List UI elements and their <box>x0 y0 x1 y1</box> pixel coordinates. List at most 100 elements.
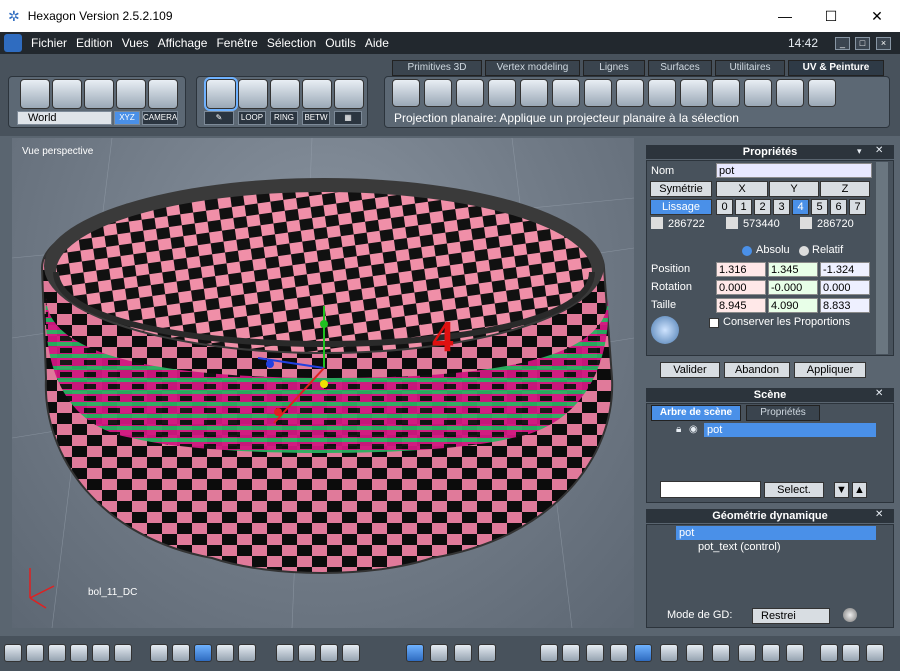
menu-vues[interactable]: Vues <box>122 36 149 50</box>
sphere-map-icon[interactable] <box>392 79 420 107</box>
properties-close-icon[interactable]: ✕ <box>875 145 883 156</box>
axis-z-button[interactable]: Z <box>820 181 870 197</box>
close-button[interactable]: ✕ <box>854 0 900 32</box>
edge-mode-icon[interactable] <box>270 79 300 109</box>
3d-viewport[interactable]: 4 Vue perspective bol_11_DC <box>12 138 634 628</box>
object-mode-icon[interactable] <box>204 77 238 111</box>
bottom-tool-31-icon[interactable] <box>820 644 838 662</box>
cylinder-map-icon[interactable] <box>424 79 452 107</box>
bottom-tool-8-icon[interactable] <box>172 644 190 662</box>
lock-icon[interactable]: 🔒︎ <box>676 424 681 435</box>
bottom-tool-33-icon[interactable] <box>866 644 884 662</box>
validate-button[interactable]: Valider <box>660 362 720 378</box>
bottom-tool-13-icon[interactable] <box>298 644 316 662</box>
world-select[interactable]: World <box>17 111 112 125</box>
axis-y-button[interactable]: Y <box>769 181 819 197</box>
tab-lignes[interactable]: Lignes <box>583 60 645 76</box>
bottom-tool-32-icon[interactable] <box>842 644 860 662</box>
cancel-button[interactable]: Abandon <box>724 362 790 378</box>
smoothing-level-5[interactable]: 5 <box>811 199 828 215</box>
bottom-tool-11-icon[interactable] <box>238 644 256 662</box>
tab-scene-tree[interactable]: Arbre de scène <box>651 405 741 421</box>
tab-primitives-3d[interactable]: Primitives 3D <box>392 60 482 76</box>
bottom-tool-5-icon[interactable] <box>92 644 110 662</box>
select-button[interactable]: Select. <box>764 482 824 498</box>
gd-mode-select[interactable]: Restrei <box>752 608 830 624</box>
xyz-button[interactable]: XYZ <box>114 111 140 125</box>
bottom-tool-18-icon[interactable] <box>454 644 472 662</box>
properties-scrollbar[interactable] <box>876 162 888 354</box>
face-map-icon[interactable] <box>552 79 580 107</box>
name-field[interactable]: pot <box>716 163 872 178</box>
unfold-icon[interactable] <box>584 79 612 107</box>
bottom-tool-3-icon[interactable] <box>48 644 66 662</box>
app-menu-icon[interactable] <box>4 34 22 52</box>
menu-edition[interactable]: Edition <box>76 36 113 50</box>
scene-item[interactable]: pot <box>704 423 876 437</box>
smoothing-level-4[interactable]: 4 <box>792 199 809 215</box>
menu-aide[interactable]: Aide <box>365 36 389 50</box>
mdi-close-button[interactable]: × <box>876 37 891 50</box>
bottom-tool-14-icon[interactable] <box>320 644 338 662</box>
menu-fichier[interactable]: Fichier <box>31 36 67 50</box>
bottom-tool-24-icon[interactable] <box>634 644 652 662</box>
loop-button[interactable]: LOOP <box>238 111 266 125</box>
smoothing-level-6[interactable]: 6 <box>830 199 847 215</box>
tab-uv-peinture[interactable]: UV & Peinture <box>788 60 884 76</box>
pin-icon[interactable] <box>712 79 740 107</box>
bottom-tool-22-icon[interactable] <box>586 644 604 662</box>
menu-selection[interactable]: Sélection <box>267 36 316 50</box>
value-z-field[interactable]: -1.324 <box>820 262 870 277</box>
scene-close-icon[interactable]: ✕ <box>875 388 883 399</box>
bottom-tool-9-icon[interactable] <box>194 644 212 662</box>
value-z-field[interactable]: 8.833 <box>820 298 870 313</box>
paint-select-icon[interactable] <box>84 79 114 109</box>
bottom-tool-27-icon[interactable] <box>712 644 730 662</box>
uv-mode-icon[interactable] <box>334 79 364 109</box>
menu-fenetre[interactable]: Fenêtre <box>216 36 257 50</box>
bottom-tool-12-icon[interactable] <box>276 644 294 662</box>
bottom-tool-16-icon[interactable] <box>406 644 424 662</box>
dyn-geo-child[interactable]: pot_text (control) <box>698 541 781 553</box>
bottom-tool-17-icon[interactable] <box>430 644 448 662</box>
dyn-geo-close-icon[interactable]: ✕ <box>875 509 883 520</box>
smoothing-button[interactable]: Lissage <box>650 199 712 215</box>
bottom-tool-25-icon[interactable] <box>660 644 678 662</box>
keep-proportions-checkbox[interactable] <box>709 318 719 328</box>
between-button[interactable]: BETW <box>302 111 330 125</box>
mdi-minimize-button[interactable]: _ <box>835 37 850 50</box>
globe-icon[interactable] <box>651 316 679 344</box>
cut-icon[interactable] <box>616 79 644 107</box>
tab-scene-properties[interactable]: Propriétés <box>746 405 820 421</box>
maximize-button[interactable]: ☐ <box>808 0 854 32</box>
lasso-select-icon[interactable] <box>52 79 82 109</box>
arrow-select-icon[interactable] <box>20 79 50 109</box>
face-mode-icon[interactable] <box>238 79 268 109</box>
grid-select-icon[interactable]: ▦ <box>334 111 362 125</box>
move-down-icon[interactable]: ▼ <box>834 482 849 498</box>
properties-collapse-icon[interactable]: ▾ <box>857 146 862 157</box>
bottom-tool-26-icon[interactable] <box>686 644 704 662</box>
bottom-tool-15-icon[interactable] <box>342 644 360 662</box>
ghost-icon[interactable] <box>148 79 178 109</box>
apply-button[interactable]: Appliquer <box>794 362 866 378</box>
bottom-tool-7-icon[interactable] <box>150 644 168 662</box>
box-map-icon[interactable] <box>456 79 484 107</box>
magnet-icon[interactable] <box>116 79 146 109</box>
plane-map-icon[interactable] <box>744 79 772 107</box>
brush-icon[interactable]: ✎ <box>204 111 234 125</box>
relax-icon[interactable] <box>776 79 804 107</box>
bottom-tool-10-icon[interactable] <box>216 644 234 662</box>
minimize-button[interactable]: — <box>762 0 808 32</box>
tab-utilitaires[interactable]: Utilitaires <box>715 60 785 76</box>
value-x-field[interactable]: 0.000 <box>716 280 766 295</box>
dyn-geo-item[interactable]: pot <box>676 526 876 540</box>
symmetry-button[interactable]: Symétrie <box>650 181 712 197</box>
relative-radio[interactable] <box>799 246 809 256</box>
weld-icon[interactable] <box>648 79 676 107</box>
menu-outils[interactable]: Outils <box>325 36 356 50</box>
vertex-mode-icon[interactable] <box>302 79 332 109</box>
cube-map-icon[interactable] <box>488 79 516 107</box>
smoothing-level-1[interactable]: 1 <box>735 199 752 215</box>
eye-icon[interactable]: ◉ <box>689 424 698 435</box>
